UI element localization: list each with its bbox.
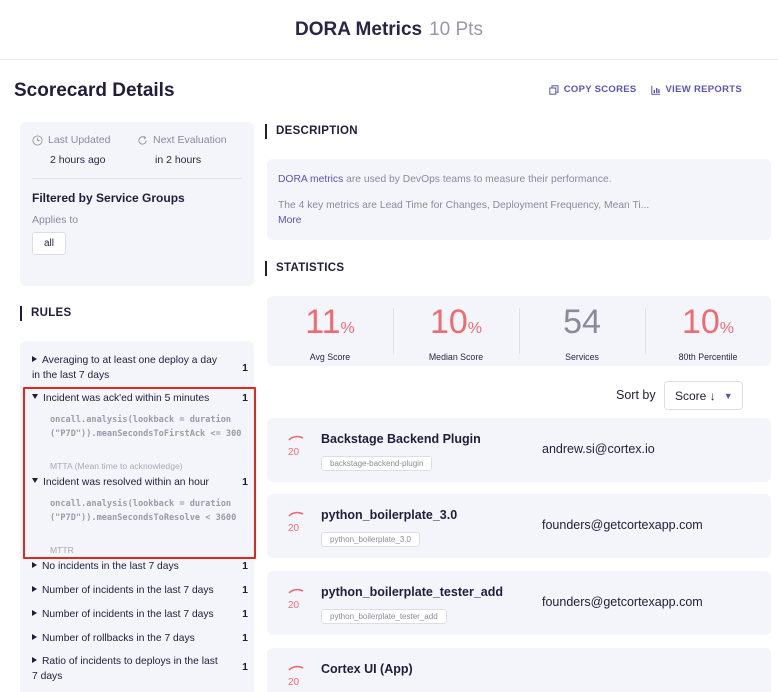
stat-value: 11	[305, 303, 341, 341]
caret-right-icon	[32, 610, 37, 616]
rule-label: Number of incidents in the last 7 days	[42, 585, 214, 596]
service-score: 20	[288, 447, 300, 458]
statistics-heading: STATISTICS	[265, 261, 344, 276]
caret-right-icon	[32, 634, 37, 640]
rule-count: 1	[242, 362, 248, 374]
top-bar: DORA Metrics 10 Pts	[0, 0, 778, 60]
stat-median-score: 10% Median Score	[393, 296, 519, 366]
stat-label: Avg Score	[309, 352, 351, 362]
description-card: DORA metrics are used by DevOps teams to…	[267, 159, 771, 240]
service-score: 20	[288, 600, 300, 611]
service-tag: python_boilerplate_3.0	[321, 532, 420, 547]
caret-right-icon	[32, 356, 37, 362]
service-name[interactable]: python_boilerplate_tester_add	[321, 585, 503, 599]
rule-count: 1	[242, 632, 248, 644]
next-evaluation-label: Next Evaluation	[153, 134, 227, 146]
service-name[interactable]: Backstage Backend Plugin	[321, 432, 481, 446]
service-owner: andrew.si@cortex.io	[542, 442, 655, 456]
copy-icon	[549, 84, 559, 95]
rule-label: Averaging to at least one deploy a day i…	[32, 355, 217, 381]
caret-right-icon	[32, 586, 37, 592]
dora-metrics-link[interactable]: DORA metrics	[278, 174, 343, 185]
chevron-down-icon: ▼	[723, 390, 733, 401]
service-score: 20	[288, 677, 300, 688]
description-line-1: DORA metrics are used by DevOps teams to…	[278, 172, 760, 187]
sort-select[interactable]: Score ↓ ▼	[664, 381, 743, 410]
stat-unit: %	[719, 320, 735, 337]
refresh-icon	[138, 135, 147, 145]
view-reports-button[interactable]: VIEW REPORTS	[650, 84, 742, 95]
service-row[interactable]: 20 python_boilerplate_tester_add python_…	[267, 571, 771, 635]
stat-unit: %	[467, 320, 483, 337]
scorecard-info-card: Last Updated 2 hours ago Next Evaluation…	[20, 122, 254, 286]
rule-count: 1	[242, 584, 248, 596]
sort-by-label: Sort by	[616, 388, 656, 402]
service-row[interactable]: 20 Cortex UI (App)	[267, 648, 771, 692]
stat-avg-score: 11% Avg Score	[267, 296, 393, 366]
next-evaluation: Next Evaluation in 2 hours	[137, 134, 242, 166]
service-owner: founders@getcortexapp.com	[542, 518, 703, 532]
last-updated-value: 2 hours ago	[50, 154, 106, 166]
last-updated-label: Last Updated	[48, 134, 111, 146]
last-updated: Last Updated 2 hours ago	[32, 134, 137, 166]
service-tag: python_boilerplate_tester_add	[321, 609, 447, 624]
stat-label: Services	[565, 352, 599, 362]
service-name[interactable]: python_boilerplate_3.0	[321, 508, 457, 522]
service-row[interactable]: 20 Backstage Backend Plugin backstage-ba…	[267, 418, 771, 482]
rule-label: Number of incidents in the last 7 days	[42, 609, 214, 620]
more-link[interactable]: More	[278, 213, 760, 228]
rule-label: Number of rollbacks in the 7 days	[42, 633, 195, 644]
next-evaluation-value: in 2 hours	[155, 154, 202, 166]
stat-value: 54	[563, 303, 601, 341]
stat-services: 54 Services	[519, 296, 645, 366]
copy-scores-label: COPY SCORES	[563, 84, 637, 95]
service-name[interactable]: Cortex UI (App)	[321, 662, 413, 676]
service-score: 20	[288, 523, 300, 534]
bar-chart-icon	[650, 85, 660, 95]
service-group-chip[interactable]: all	[32, 232, 67, 255]
divider	[32, 178, 242, 179]
clock-icon	[32, 134, 43, 146]
statistics-card: 11% Avg Score 10% Median Score 54 Servic…	[267, 296, 771, 366]
stat-value: 10	[681, 303, 720, 341]
highlight-box	[23, 387, 256, 559]
rule-label: No incidents in the last 7 days	[42, 561, 179, 572]
stat-80th-percentile: 10% 80th Percentile	[645, 296, 771, 366]
scorecard-name: DORA Metrics	[295, 18, 423, 40]
sort-value: Score ↓	[675, 388, 716, 403]
description-line-2: The 4 key metrics are Lead Time for Chan…	[278, 200, 650, 211]
scorecard-points: 10 Pts	[429, 18, 483, 40]
stat-unit: %	[340, 320, 355, 337]
rule-item[interactable]: Number of incidents in the last 7 days 1	[32, 607, 248, 622]
rule-count: 1	[242, 608, 248, 620]
rule-label: Ratio of incidents to deploys in the las…	[32, 656, 218, 682]
view-reports-label: VIEW REPORTS	[665, 84, 742, 95]
description-text: are used by DevOps teams to measure thei…	[343, 174, 612, 185]
rule-item[interactable]: Number of incidents in the last 7 days 1	[32, 583, 248, 598]
rule-count: 1	[242, 560, 248, 572]
filtered-by-title: Filtered by Service Groups	[32, 191, 185, 205]
rules-heading: RULES	[20, 306, 71, 321]
copy-scores-button[interactable]: COPY SCORES	[549, 84, 637, 95]
rule-item[interactable]: No incidents in the last 7 days 1	[32, 559, 248, 574]
rule-count: 1	[242, 661, 248, 673]
stat-label: Median Score	[428, 352, 484, 362]
rule-item[interactable]: Number of rollbacks in the 7 days 1	[32, 631, 248, 646]
caret-right-icon	[32, 562, 37, 568]
rule-item[interactable]: Ratio of incidents to deploys in the las…	[32, 654, 248, 684]
page-title: Scorecard Details	[14, 80, 175, 101]
header-actions: COPY SCORES VIEW REPORTS	[549, 84, 742, 95]
service-owner: founders@getcortexapp.com	[542, 595, 703, 609]
service-row[interactable]: 20 python_boilerplate_3.0 python_boilerp…	[267, 494, 771, 558]
caret-right-icon	[32, 657, 37, 663]
applies-to-label: Applies to	[32, 214, 79, 226]
rule-item[interactable]: Averaging to at least one deploy a day i…	[32, 353, 248, 383]
description-heading: DESCRIPTION	[265, 124, 358, 139]
service-tag: backstage-backend-plugin	[321, 456, 433, 471]
stat-value: 10	[429, 303, 468, 341]
stat-label: 80th Percentile	[678, 352, 738, 362]
